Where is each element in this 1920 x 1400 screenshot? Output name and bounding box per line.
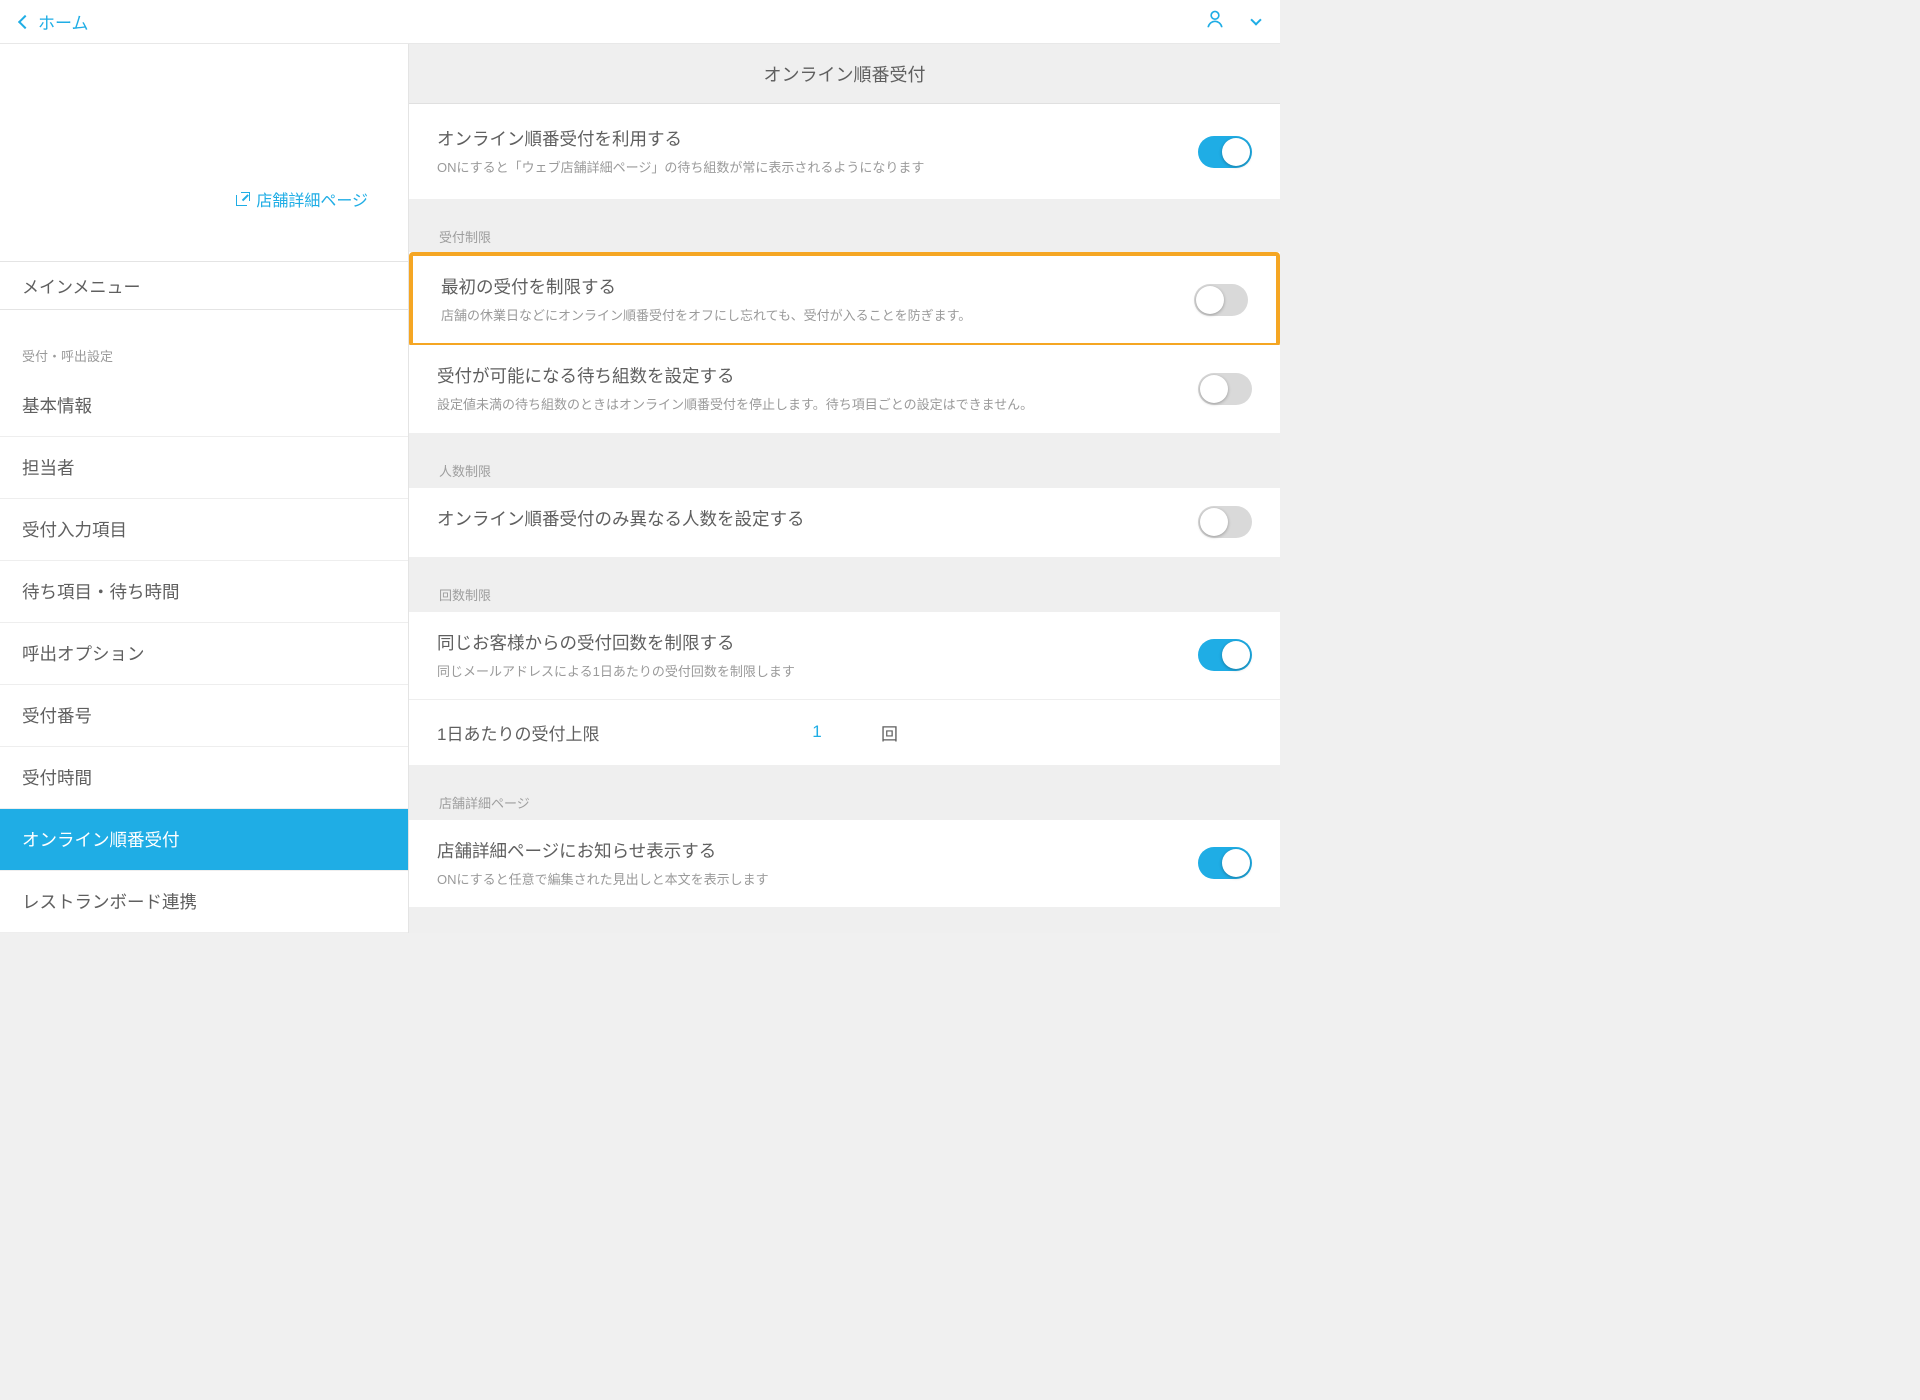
main-menu-label: メインメニュー [22,273,141,298]
chevron-down-icon[interactable] [1250,14,1261,25]
store-detail-link[interactable]: 店舗詳細ページ [236,187,368,211]
toggle[interactable] [1194,284,1248,316]
sidebar-item-3[interactable]: 待ち項目・待ち時間 [0,561,408,623]
main-toggle-desc: ONにすると「ウェブ店舗詳細ページ」の待ち組数が常に表示されるようになります [437,159,1178,177]
value-label: 1日あたりの受付上限 [437,720,777,745]
group-label: 回数制限 [409,557,1280,612]
group-label: 受付制限 [409,199,1280,254]
app-header: ホーム [0,0,1280,44]
sidebar-top: 店舗詳細ページ [0,44,408,262]
main-toggle-row: オンライン順番受付を利用する ONにすると「ウェブ店舗詳細ページ」の待ち組数が常… [409,104,1280,199]
row-title: 店舗詳細ページにお知らせ表示する [437,838,1178,863]
main-toggle[interactable] [1198,136,1252,168]
chevron-left-icon [18,14,32,28]
sidebar: 店舗詳細ページ メインメニュー 受付・呼出設定 基本情報担当者受付入力項目待ち項… [0,44,409,933]
back-button[interactable]: ホーム [20,9,89,34]
sidebar-item-1[interactable]: 担当者 [0,437,408,499]
row-title: 同じお客様からの受付回数を制限する [437,630,1178,655]
row-title: オンライン順番受付のみ異なる人数を設定する [437,506,1178,531]
sidebar-item-4[interactable]: 呼出オプション [0,623,408,685]
group-label: 人数制限 [409,433,1280,488]
page-title: オンライン順番受付 [409,44,1280,104]
row-title: 受付が可能になる待ち組数を設定する [437,363,1178,388]
setting-row: 同じお客様からの受付回数を制限する同じメールアドレスによる1日あたりの受付回数を… [409,612,1280,700]
user-icon[interactable] [1204,8,1226,35]
row-desc: ONにすると任意で編集された見出しと本文を表示します [437,871,1178,889]
sidebar-section-label: 受付・呼出設定 [0,310,408,375]
value-number[interactable]: 1 [777,722,857,742]
sidebar-item-0[interactable]: 基本情報 [0,375,408,437]
value-unit: 回 [881,720,898,745]
setting-row: 最初の受付を制限する店舗の休業日などにオンライン順番受付をオフにし忘れても、受付… [413,256,1276,343]
row-desc: 設定値未満の待ち組数のときはオンライン順番受付を停止します。待ち項目ごとの設定は… [437,396,1178,414]
setting-row: オンライン順番受付のみ異なる人数を設定する [409,488,1280,557]
external-link-icon [236,192,250,206]
sidebar-item-2[interactable]: 受付入力項目 [0,499,408,561]
toggle[interactable] [1198,847,1252,879]
setting-row: 受付が可能になる待ち組数を設定する設定値未満の待ち組数のときはオンライン順番受付… [409,345,1280,432]
toggle[interactable] [1198,506,1252,538]
row-title: 最初の受付を制限する [441,274,1174,299]
value-row[interactable]: 1日あたりの受付上限1 回 [409,700,1280,765]
sidebar-item-6[interactable]: 受付時間 [0,747,408,809]
sidebar-item-7[interactable]: オンライン順番受付 [0,809,408,871]
toggle[interactable] [1198,639,1252,671]
row-desc: 同じメールアドレスによる1日あたりの受付回数を制限します [437,663,1178,681]
main-menu-row[interactable]: メインメニュー [0,262,408,310]
back-label: ホーム [38,9,89,34]
row-desc: 店舗の休業日などにオンライン順番受付をオフにし忘れても、受付が入ることを防ぎます… [441,307,1174,325]
toggle[interactable] [1198,373,1252,405]
highlighted-row: 最初の受付を制限する店舗の休業日などにオンライン順番受付をオフにし忘れても、受付… [409,252,1280,347]
main-toggle-title: オンライン順番受付を利用する [437,126,1178,151]
sidebar-item-5[interactable]: 受付番号 [0,685,408,747]
sidebar-item-8[interactable]: レストランボード連携 [0,871,408,933]
group-label: 店舗詳細ページ [409,765,1280,820]
setting-row: 店舗詳細ページにお知らせ表示する ONにすると任意で編集された見出しと本文を表示し… [409,820,1280,907]
store-link-label: 店舗詳細ページ [256,187,368,211]
content-pane: オンライン順番受付 オンライン順番受付を利用する ONにすると「ウェブ店舗詳細ペ… [409,44,1280,933]
